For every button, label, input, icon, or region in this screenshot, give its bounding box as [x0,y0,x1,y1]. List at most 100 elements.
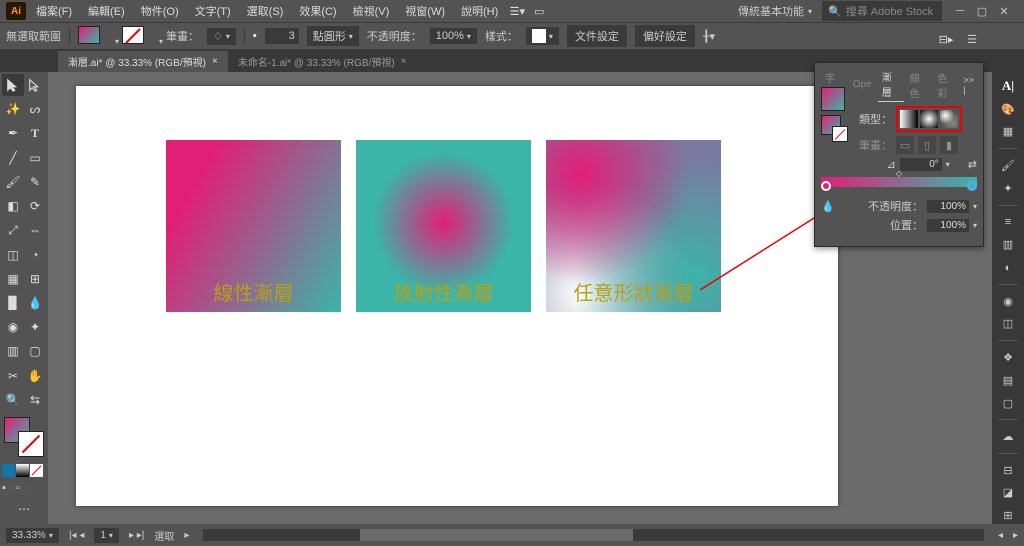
nav-next-last[interactable]: ▸ ▸| [129,530,144,541]
mode-gradient[interactable] [16,464,29,477]
linear-gradient-button[interactable] [900,110,918,128]
eraser-tool[interactable]: ◧ [2,195,24,217]
eyedropper-tool[interactable]: 💧 [24,292,46,314]
align-panel-icon[interactable]: ⊟ [997,462,1019,479]
pos-input[interactable] [927,219,969,232]
shape-builder-tool[interactable]: ◔ [24,244,46,266]
symbols-panel-icon[interactable]: ✦ [997,180,1019,197]
hand-tool[interactable]: ✋ [24,365,46,387]
scale-tool[interactable]: ⤢ [2,219,24,241]
perspective-tool[interactable]: ▦ [2,268,24,290]
gradient-slider[interactable]: ◇ [821,177,977,195]
scroll-left-icon[interactable]: ◂ [998,530,1003,541]
stroke-profile[interactable]: 點圓形 ▾ [307,26,359,46]
square-freeform[interactable]: 任意形狀漸層 [546,140,721,312]
type-tool[interactable]: T [24,122,46,144]
brushes-panel-icon[interactable]: 🖌 [997,157,1019,174]
artboard-tool[interactable]: ▢ [24,340,46,362]
gradient-panel-icon[interactable]: ▥ [997,236,1019,253]
asset-export-icon[interactable]: ▤ [997,372,1019,389]
pref-icon[interactable]: ⊟▸ [936,30,956,48]
magic-wand-tool[interactable]: ✨ [2,98,24,120]
menu-edit[interactable]: 編輯(E) [82,1,131,21]
selection-tool[interactable] [2,74,24,96]
menu-select[interactable]: 選取(S) [241,1,290,21]
angle-input[interactable] [900,158,942,171]
screen-mode-normal[interactable]: ▪ [2,482,15,495]
panel-tab-gradient[interactable]: 漸層 [878,67,904,102]
h-scrollbar[interactable] [203,529,984,541]
panel-tab-swatch[interactable]: 色彩 [933,68,959,102]
doc-tab-1[interactable]: 漸層.ai* @ 33.33% (RGB/預視) × [58,51,228,72]
opacity-dd[interactable]: 100% ▾ [430,28,477,44]
zoom-tool[interactable]: 🔍 [2,389,24,411]
stroke-swatch[interactable]: ▾ [122,26,158,46]
window-close[interactable]: ✕ [998,5,1010,17]
blend-tool[interactable]: ◉ [2,316,24,338]
close-tab-icon[interactable]: × [212,56,218,67]
panel-tab-opentype[interactable]: Ope [849,77,876,92]
opacity-input[interactable] [927,200,969,213]
arrange-icon[interactable]: ▭ [530,2,548,20]
bar-icon[interactable]: ☰▾ [508,2,526,20]
width-tool[interactable]: ⇔ [24,219,46,241]
artboards-panel-icon[interactable]: ▢ [997,395,1019,412]
stroke-size-input[interactable]: 3 [265,28,299,44]
transform-panel-icon[interactable]: ⊞ [997,507,1019,524]
close-tab-icon[interactable]: × [401,56,407,67]
menu-type[interactable]: 文字(T) [189,1,237,21]
color-panel-icon[interactable]: 🎨 [997,101,1019,118]
symbol-sprayer-tool[interactable]: ✦ [24,316,46,338]
window-minimize[interactable]: ─ [954,5,966,17]
fill-stroke-swatch[interactable]: ▾ [78,26,114,46]
menu-help[interactable]: 說明(H) [455,1,504,21]
brush-tool[interactable]: 🖌 [2,171,24,193]
menu-file[interactable]: 檔案(F) [30,1,78,21]
angle-dd[interactable]: ▾ [946,160,950,169]
radial-gradient-button[interactable] [920,110,938,128]
gradient-tool[interactable]: ▉ [2,292,24,314]
zoom-dd[interactable]: 33.33% ▾ [6,528,59,543]
appearance-panel-icon[interactable]: ◉ [997,293,1019,310]
opacity-dd[interactable]: ▾ [973,202,977,211]
gradient-stop-2[interactable] [967,181,977,191]
rotate-tool[interactable]: ⟳ [24,195,46,217]
doc-setup-button[interactable]: 文件設定 [567,25,627,47]
doc-tab-2[interactable]: 未命名-1.ai* @ 33.33% (RGB/預視) × [228,51,417,72]
layers-panel-icon[interactable]: ❖ [997,349,1019,366]
rectangle-tool[interactable]: ▭ [24,147,46,169]
reverse-icon[interactable]: ⇄ [968,158,977,171]
free-transform-tool[interactable]: ◫ [2,244,24,266]
line-tool[interactable]: ╱ [2,147,24,169]
menu-effect[interactable]: 效果(C) [293,1,342,21]
menu-view[interactable]: 檢視(V) [347,1,396,21]
freeform-gradient-button[interactable] [940,110,958,128]
slice-tool[interactable]: ✂ [2,365,24,387]
direct-selection-tool[interactable] [24,74,46,96]
pen-tool[interactable]: ✒ [2,122,24,144]
stroke-panel-icon[interactable]: ≡ [997,214,1019,231]
pencil-tool[interactable]: ✎ [24,171,46,193]
status-chevron[interactable]: ▸ [184,530,189,541]
pref-menu-icon[interactable]: ☰ [962,30,982,48]
swatches-panel-icon[interactable]: ▦ [997,124,1019,141]
page-dd[interactable]: 1 ▾ [94,528,119,543]
nav-prev-first[interactable]: |◂ ◂ [69,530,84,541]
stroke-weight[interactable]: ♢ ▾ [207,28,236,45]
search-stock[interactable]: 🔍 搜尋 Adobe Stock [822,1,942,21]
color-picker[interactable] [4,417,44,457]
pos-dd[interactable]: ▾ [973,221,977,230]
lasso-tool[interactable]: ᔕ [24,98,46,120]
gradient-fill-swatch[interactable] [821,115,841,135]
mode-none[interactable] [30,464,43,477]
style-dd[interactable]: ▾ [526,27,559,45]
menu-object[interactable]: 物件(O) [135,1,185,21]
square-linear[interactable]: 線性漸層 [166,140,341,312]
pref-setup-button[interactable]: 偏好設定 [635,25,695,47]
panel-more-icon[interactable]: >> | [963,75,977,95]
gradient-preview-swatch[interactable] [821,87,845,111]
properties-panel-icon[interactable]: A| [997,78,1019,95]
workspace-switcher[interactable]: 傳統基本功能▾ [732,1,818,21]
edit-toolbar[interactable]: ⋯ [2,498,46,520]
align-icon[interactable]: ╂▾ [703,30,715,43]
